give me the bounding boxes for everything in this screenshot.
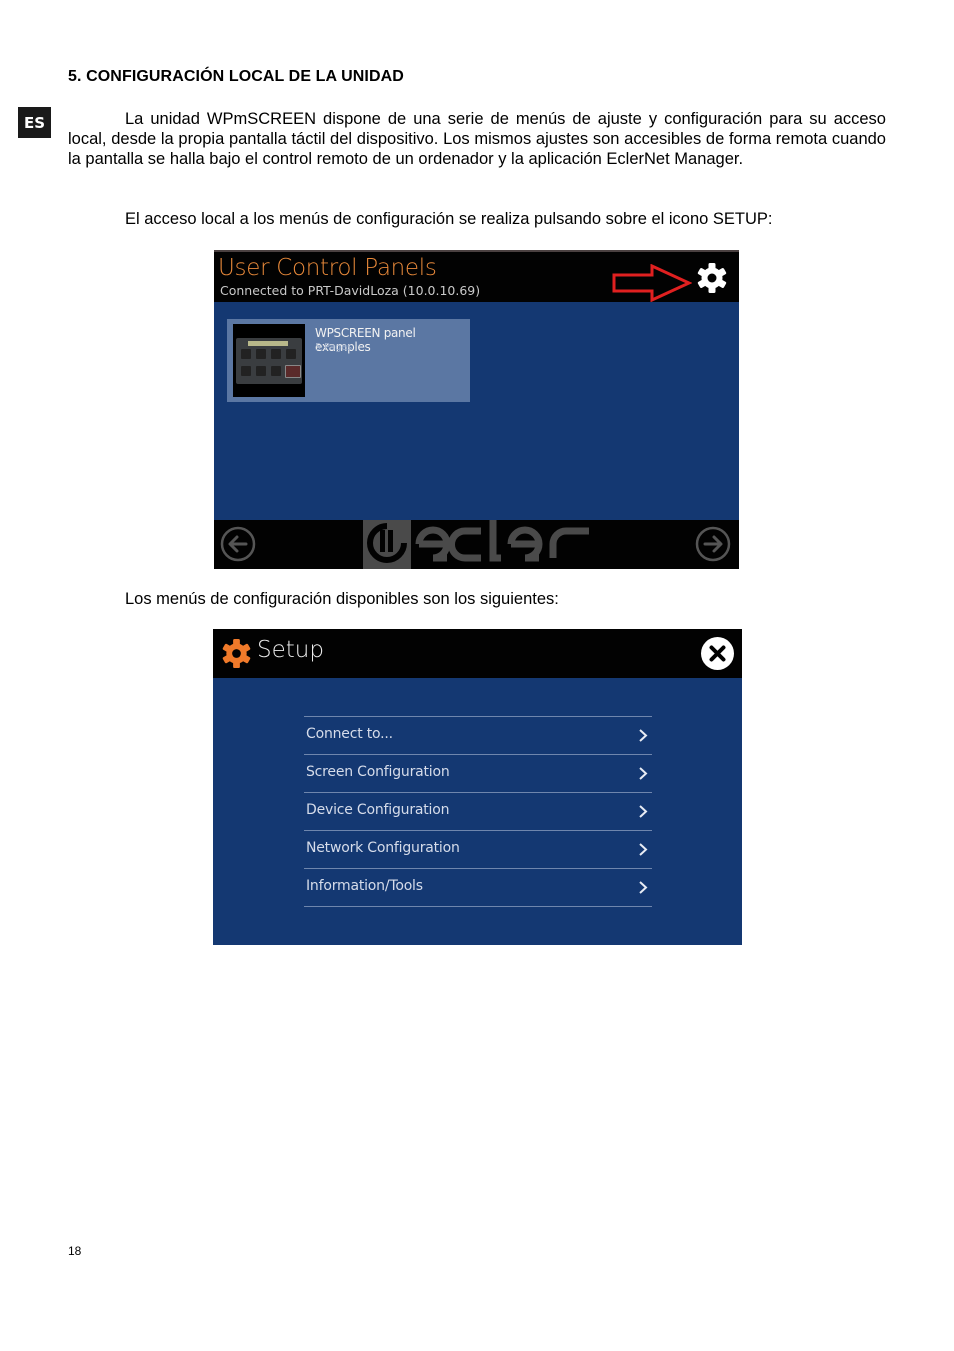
chevron-right-icon: [639, 767, 648, 780]
language-badge: ES: [18, 107, 51, 138]
panels-header: User Control Panels Connected to PRT-Dav…: [214, 250, 739, 302]
menu-item-label: Connect to...: [306, 726, 393, 742]
ecler-logo: [363, 520, 589, 569]
menu-item-label: Device Configuration: [306, 802, 450, 818]
gear-icon: [222, 638, 251, 669]
menu-item-connect-to[interactable]: Connect to...: [304, 717, 652, 755]
page-number: 18: [68, 1244, 82, 1258]
connection-status: Connected to PRT-DavidLoza (10.0.10.69): [220, 283, 481, 298]
gear-icon[interactable]: [696, 262, 728, 294]
red-arrow-right-icon: [612, 264, 692, 302]
chevron-right-icon: [639, 805, 648, 818]
chevron-right-icon: [639, 729, 648, 742]
panels-footer: [214, 520, 739, 569]
setup-menu: Connect to... Screen Configuration Devic…: [304, 716, 652, 907]
user-control-panels-screenshot: User Control Panels Connected to PRT-Dav…: [214, 250, 739, 569]
close-button[interactable]: [701, 637, 734, 670]
chevron-right-icon: [639, 843, 648, 856]
menu-item-network-configuration[interactable]: Network Configuration: [304, 831, 652, 869]
menu-item-label: Network Configuration: [306, 840, 460, 856]
intro-paragraph: La unidad WPmSCREEN dispone de una serie…: [68, 110, 886, 168]
menu-item-device-configuration[interactable]: Device Configuration: [304, 793, 652, 831]
menu-item-screen-configuration[interactable]: Screen Configuration: [304, 755, 652, 793]
menu-item-information-tools[interactable]: Information/Tools: [304, 869, 652, 907]
panel-thumbnail: [233, 324, 305, 397]
menus-list-paragraph: Los menús de configuración disponibles s…: [125, 590, 559, 608]
arrow-right-circle-icon[interactable]: [695, 526, 731, 562]
menu-item-label: Information/Tools: [306, 878, 423, 894]
setup-access-paragraph: El acceso local a los menús de configura…: [125, 210, 773, 228]
setup-title: Setup: [257, 637, 324, 663]
section-heading: 5. CONFIGURACIÓN LOCAL DE LA UNIDAD: [68, 68, 404, 85]
panels-title: User Control Panels: [218, 255, 437, 281]
panel-card[interactable]: WPSCREEN panel examples 5 Pages: [227, 319, 470, 402]
panel-card-pages: 5 Pages: [315, 342, 353, 353]
menu-item-label: Screen Configuration: [306, 764, 450, 780]
setup-header: Setup: [213, 629, 742, 678]
setup-screenshot: Setup Connect to... Screen Configuration…: [213, 629, 742, 945]
arrow-left-circle-icon[interactable]: [220, 526, 256, 562]
close-icon: [709, 645, 726, 662]
chevron-right-icon: [639, 881, 648, 894]
